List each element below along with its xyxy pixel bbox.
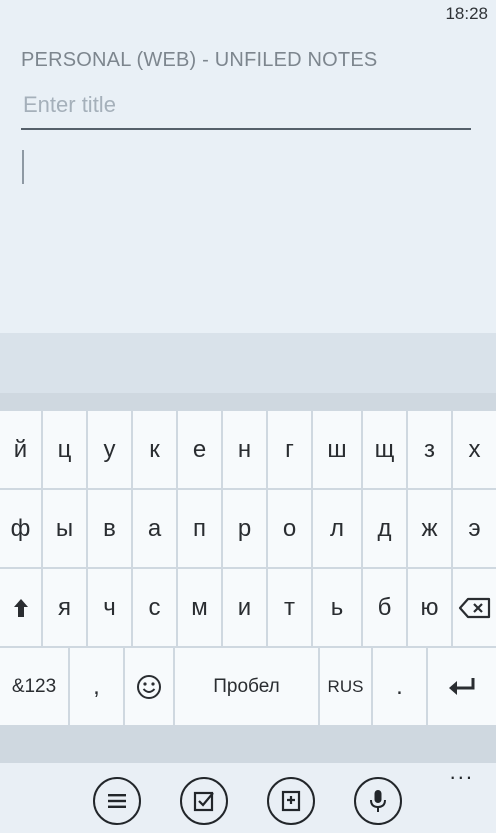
checkbox-icon: [193, 791, 214, 812]
key[interactable]: г: [268, 411, 313, 490]
key[interactable]: с: [133, 569, 178, 648]
smiley-icon: [137, 674, 161, 699]
note-body-input[interactable]: [21, 140, 471, 320]
keyboard-row-2: ф ы в а п р о л д ж э: [0, 490, 496, 569]
key[interactable]: щ: [363, 411, 408, 490]
key[interactable]: ь: [313, 569, 363, 648]
list-button[interactable]: [93, 777, 141, 825]
app-bar: ...: [0, 761, 496, 833]
space-key[interactable]: Пробел: [175, 648, 320, 727]
keyboard-row-3: я ч с м и т ь б ю: [0, 569, 496, 648]
key[interactable]: у: [88, 411, 133, 490]
checkbox-button[interactable]: [180, 777, 228, 825]
key[interactable]: э: [453, 490, 496, 569]
key[interactable]: з: [408, 411, 453, 490]
key[interactable]: ф: [0, 490, 43, 569]
text-caret: [22, 150, 24, 184]
emoji-key[interactable]: [125, 648, 175, 727]
microphone-icon: [370, 790, 386, 812]
key[interactable]: я: [43, 569, 88, 648]
key[interactable]: ю: [408, 569, 453, 648]
key[interactable]: ц: [43, 411, 88, 490]
key[interactable]: х: [453, 411, 496, 490]
backspace-key[interactable]: [453, 569, 496, 648]
shift-arrow-icon: [13, 598, 28, 617]
key[interactable]: ж: [408, 490, 453, 569]
key[interactable]: а: [133, 490, 178, 569]
keyboard-row-4: &123 , Пробел RUS .: [0, 648, 496, 727]
period-key[interactable]: .: [373, 648, 428, 727]
key[interactable]: м: [178, 569, 223, 648]
key[interactable]: д: [363, 490, 408, 569]
more-options-button[interactable]: ...: [450, 761, 474, 783]
key[interactable]: л: [313, 490, 363, 569]
enter-key[interactable]: [428, 648, 496, 727]
onscreen-keyboard: й ц у к е н г ш щ з х ф ы в а п р о л д …: [0, 393, 496, 763]
backspace-icon: [458, 597, 490, 618]
status-time: 18:28: [445, 4, 488, 23]
notebook-header: PERSONAL (WEB) - UNFILED NOTES: [21, 49, 378, 71]
status-bar: 18:28: [0, 0, 496, 28]
key[interactable]: р: [223, 490, 268, 569]
key[interactable]: ш: [313, 411, 363, 490]
key[interactable]: ы: [43, 490, 88, 569]
key[interactable]: й: [0, 411, 43, 490]
key[interactable]: к: [133, 411, 178, 490]
symbols-key[interactable]: &123: [0, 648, 70, 727]
key[interactable]: о: [268, 490, 313, 569]
list-icon: [108, 794, 126, 808]
key[interactable]: т: [268, 569, 313, 648]
key[interactable]: е: [178, 411, 223, 490]
keyboard-row-1: й ц у к е н г ш щ з х: [0, 411, 496, 490]
microphone-button[interactable]: [354, 777, 402, 825]
shift-key[interactable]: [0, 569, 43, 648]
key[interactable]: и: [223, 569, 268, 648]
suggestion-bar: [0, 333, 496, 393]
attach-icon: [281, 790, 301, 812]
key[interactable]: б: [363, 569, 408, 648]
enter-arrow-icon: [449, 677, 475, 695]
key[interactable]: в: [88, 490, 133, 569]
language-key[interactable]: RUS: [320, 648, 373, 727]
key[interactable]: ч: [88, 569, 133, 648]
comma-key[interactable]: ,: [70, 648, 125, 727]
attach-button[interactable]: [267, 777, 315, 825]
title-input[interactable]: [21, 88, 471, 130]
key[interactable]: н: [223, 411, 268, 490]
key[interactable]: п: [178, 490, 223, 569]
